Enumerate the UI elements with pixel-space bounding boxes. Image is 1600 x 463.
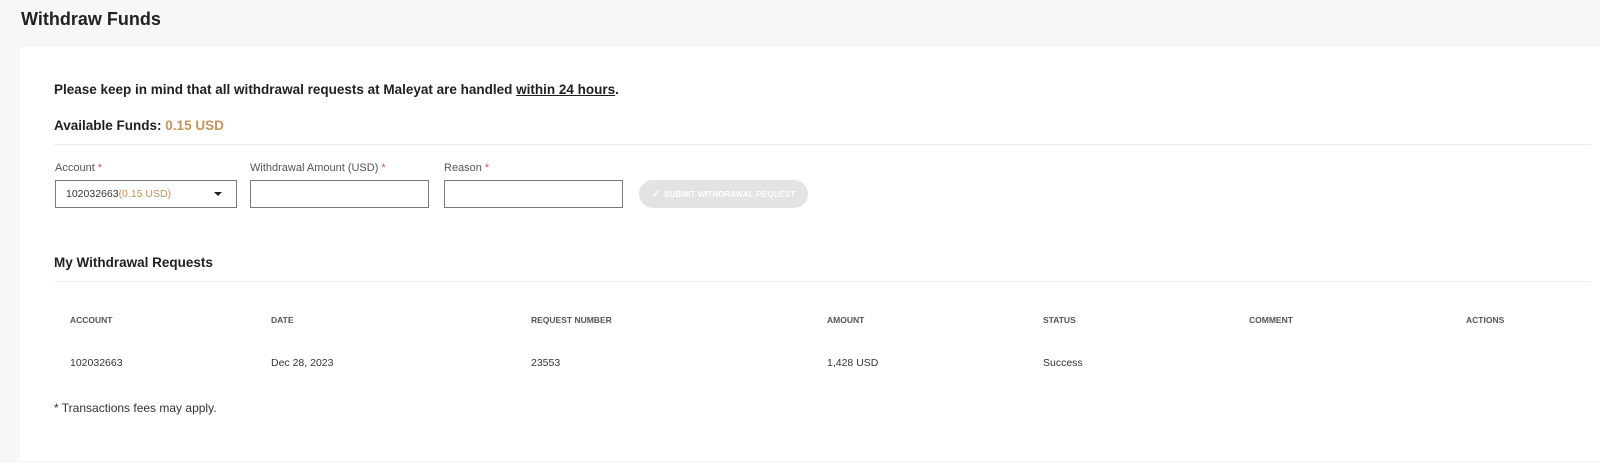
column-header-amount: AMOUNT [827,315,865,325]
notice-text: Please keep in mind that all withdrawal … [54,82,517,97]
cell-date: Dec 28, 2023 [271,357,334,369]
caret-down-icon [214,192,222,196]
required-mark: * [381,162,386,174]
account-select[interactable]: 102032663(0.15 USD) [55,180,237,208]
account-label: Account * [55,162,102,174]
available-funds: Available Funds: 0.15 USD [54,118,224,133]
cell-account: 102032663 [70,357,123,369]
reason-label: Reason * [444,162,489,174]
withdraw-card: Please keep in mind that all withdrawal … [20,47,1600,461]
check-icon: ✓ [651,188,661,200]
column-header-status: STATUS [1043,315,1076,325]
withdrawal-amount-input[interactable] [250,180,429,208]
cell-status: Success [1043,357,1083,369]
withdrawal-notice: Please keep in mind that all withdrawal … [54,82,619,97]
page-title: Withdraw Funds [21,9,161,29]
submit-button-label: SUBMIT WITHDRAWAL REQUEST [664,189,796,199]
notice-emphasis: within 24 hours [516,82,616,97]
column-header-comment: COMMENT [1249,315,1293,325]
divider [54,144,1591,145]
amount-label: Withdrawal Amount (USD) * [250,162,386,174]
available-funds-amount: 0.15 USD [165,118,224,133]
account-select-balance: (0.15 USD) [118,188,172,200]
column-header-account: ACCOUNT [70,315,113,325]
cell-request-number: 23553 [531,357,561,369]
submit-withdrawal-button[interactable]: ✓ SUBMIT WITHDRAWAL REQUEST [639,180,808,208]
notice-end: . [615,82,619,97]
account-label-text: Account [55,162,95,174]
cell-amount: 1,428 USD [827,357,879,369]
required-mark: * [484,162,490,174]
column-header-request-number: REQUEST NUMBER [531,315,612,325]
available-funds-label: Available Funds: [54,118,162,133]
divider [54,281,1591,282]
withdrawal-requests-title: My Withdrawal Requests [54,255,213,270]
required-mark: * [97,162,103,174]
account-select-value: 102032663 [66,188,119,200]
reason-input[interactable] [444,180,623,208]
fees-footnote: * Transactions fees may apply. [54,401,217,415]
column-header-date: DATE [271,315,294,325]
reason-label-text: Reason [444,162,482,174]
amount-label-text: Withdrawal Amount (USD) [250,162,379,174]
column-header-actions: ACTIONS [1466,315,1505,325]
